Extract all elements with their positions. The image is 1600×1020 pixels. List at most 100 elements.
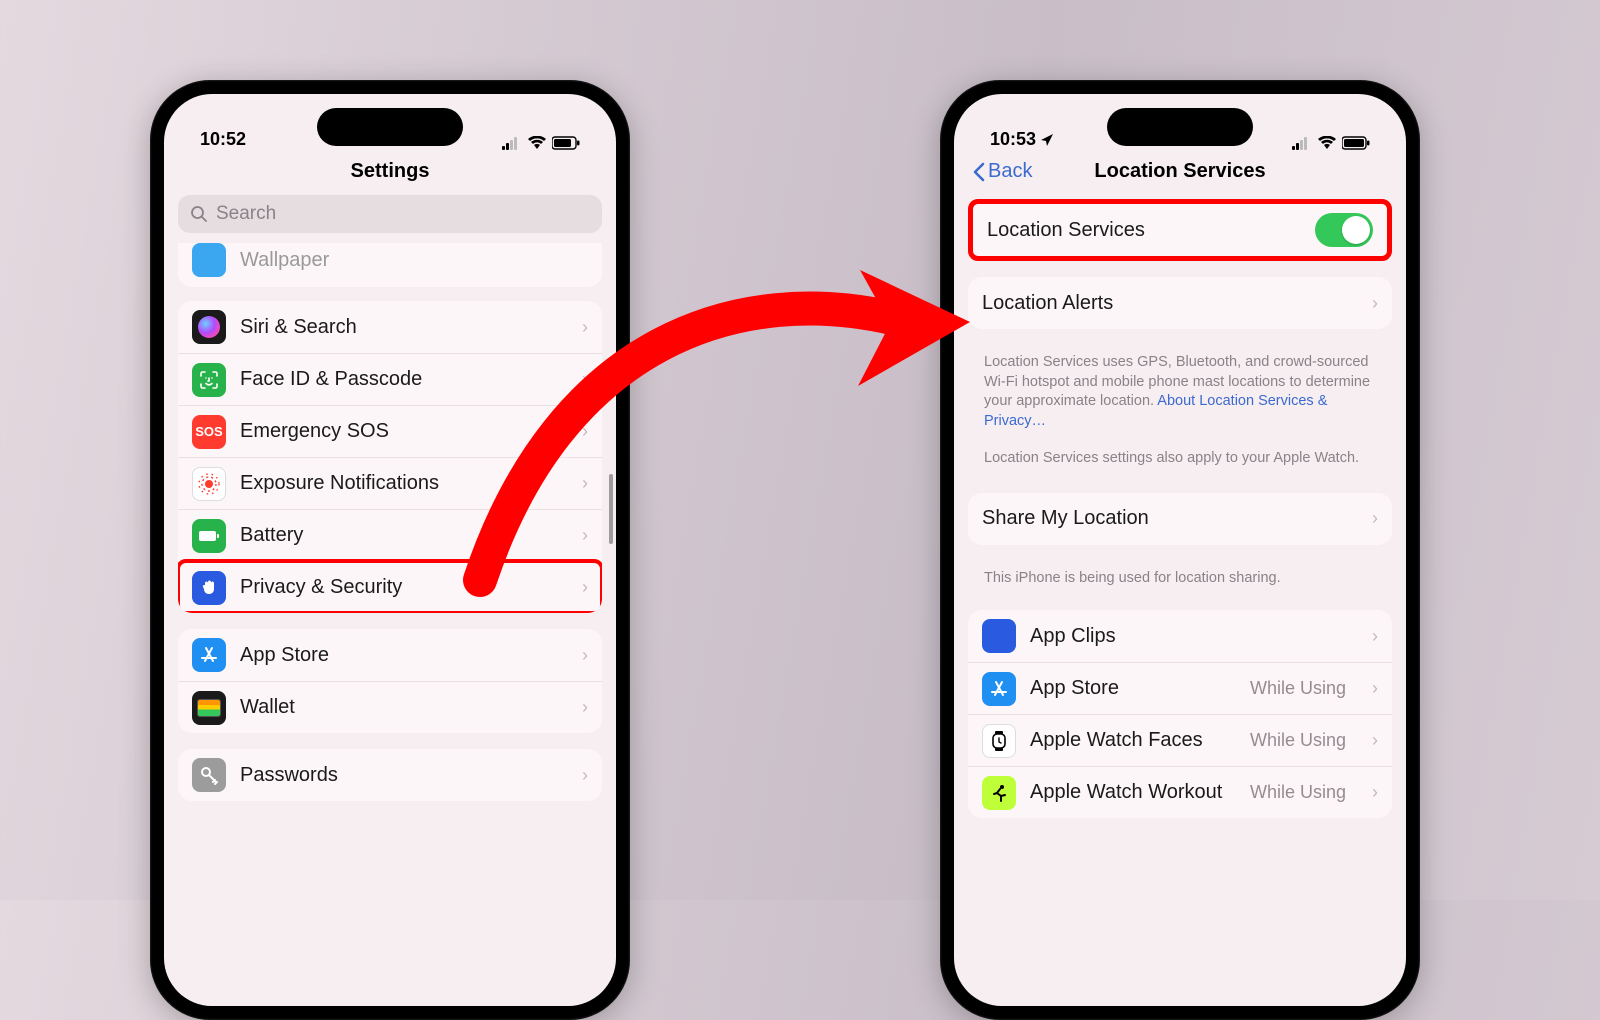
settings-row-wallet[interactable]: Wallet› — [178, 681, 602, 733]
chevron-right-icon: › — [1360, 293, 1378, 314]
key-icon — [192, 758, 226, 792]
settings-group-3: Passwords› — [178, 749, 602, 801]
dynamic-island — [1107, 108, 1253, 146]
row-label: Apple Watch Workout — [1030, 781, 1236, 804]
title-text: Location Services — [1094, 160, 1265, 182]
location-alerts-row[interactable]: Location Alerts › — [968, 277, 1392, 329]
scroll-indicator[interactable] — [609, 474, 613, 544]
search-placeholder: Search — [216, 203, 276, 225]
battery-icon — [552, 136, 580, 150]
share-location-footer: This iPhone is being used for location s… — [968, 561, 1392, 593]
share-my-location-row[interactable]: Share My Location › — [968, 493, 1392, 545]
row-value: While Using — [1250, 782, 1346, 803]
settings-group-2: App Store›Wallet› — [178, 629, 602, 733]
settings-row-exposure-notifications[interactable]: Exposure Notifications › — [178, 457, 602, 509]
chevron-right-icon: › — [570, 645, 588, 666]
status-icons — [502, 136, 580, 150]
settings-row-passwords[interactable]: Passwords› — [178, 749, 602, 801]
wallpaper-icon — [192, 243, 226, 277]
location-alerts-group: Location Alerts › — [968, 277, 1392, 329]
watch-icon — [982, 724, 1016, 758]
phone-left: 10:52 Settings Search Wallpaper Siri & S… — [150, 80, 630, 1020]
settings-row-apple-watch-workout[interactable]: Apple Watch Workout While Using › — [968, 766, 1392, 818]
chevron-right-icon: › — [570, 697, 588, 718]
chevron-right-icon: › — [1360, 678, 1378, 699]
chevron-right-icon: › — [570, 765, 588, 786]
chevron-right-icon: › — [570, 369, 588, 390]
chevron-right-icon: › — [570, 473, 588, 494]
settings-row-app-store[interactable]: App StoreWhile Using› — [968, 662, 1392, 714]
faceid-icon — [192, 363, 226, 397]
status-time: 10:52 — [200, 129, 246, 150]
status-time: 10:53 — [990, 129, 1054, 150]
page-title: Back Location Services — [954, 156, 1406, 191]
chevron-right-icon: › — [570, 421, 588, 442]
phone-left-screen: 10:52 Settings Search Wallpaper Siri & S… — [164, 94, 616, 1006]
row-label: Wallpaper — [240, 249, 329, 272]
row-label: App Clips — [1030, 625, 1346, 648]
settings-row-emergency-sos[interactable]: SOSEmergency SOS› — [178, 405, 602, 457]
chevron-right-icon: › — [570, 577, 588, 598]
row-label: Location Services — [987, 219, 1301, 242]
clock-text: 10:52 — [200, 129, 246, 150]
row-label: Share My Location — [982, 507, 1346, 530]
sos-icon: SOS — [192, 415, 226, 449]
settings-scroll[interactable]: Search Wallpaper Siri & Search›Face ID &… — [164, 195, 616, 847]
page-title: Settings — [164, 156, 616, 191]
row-value: While Using — [1250, 730, 1346, 751]
location-scroll[interactable]: Location Services Location Alerts › Loca… — [954, 199, 1406, 864]
settings-row-app-store[interactable]: App Store› — [178, 629, 602, 681]
location-services-toggle[interactable] — [1315, 213, 1373, 247]
dual-sim-icon — [502, 136, 522, 150]
settings-row-siri-search[interactable]: Siri & Search › — [178, 301, 602, 353]
settings-row-battery[interactable]: Battery › — [178, 509, 602, 561]
chevron-right-icon: › — [570, 317, 588, 338]
battery-icon — [1342, 136, 1370, 150]
chevron-right-icon: › — [1360, 730, 1378, 751]
hand-icon — [192, 571, 226, 605]
row-label: Exposure Notifications — [240, 472, 556, 495]
row-label: Face ID & Passcode — [240, 368, 556, 391]
chevron-right-icon: › — [1360, 782, 1378, 803]
settings-row-app-clips[interactable]: App Clips › — [968, 610, 1392, 662]
row-label: Battery — [240, 524, 556, 547]
location-description-1: Location Services uses GPS, Bluetooth, a… — [968, 345, 1392, 435]
appstore-icon — [192, 638, 226, 672]
wallet-icon — [192, 691, 226, 725]
row-label: Siri & Search — [240, 316, 556, 339]
location-description-2: Location Services settings also apply to… — [968, 435, 1392, 473]
phone-right: 10:53 Back Location Services Location Se… — [940, 80, 1420, 1020]
clock-text: 10:53 — [990, 129, 1036, 150]
location-toggle-group: Location Services — [968, 199, 1392, 261]
row-label: Location Alerts — [982, 292, 1346, 315]
settings-row-wallpaper-partial[interactable]: Wallpaper — [178, 243, 602, 287]
settings-row-face-id-passcode[interactable]: Face ID & Passcode › — [178, 353, 602, 405]
status-icons — [1292, 136, 1370, 150]
search-icon — [190, 205, 208, 223]
wifi-icon — [1318, 136, 1336, 150]
share-location-group: Share My Location › — [968, 493, 1392, 545]
chevron-right-icon: › — [570, 525, 588, 546]
workout-icon — [982, 776, 1016, 810]
row-label: Privacy & Security — [240, 576, 556, 599]
phone-right-screen: 10:53 Back Location Services Location Se… — [954, 94, 1406, 1006]
search-field[interactable]: Search — [178, 195, 602, 233]
chevron-left-icon — [972, 162, 986, 182]
row-label: Apple Watch Faces — [1030, 729, 1236, 752]
settings-group-1: Siri & Search›Face ID & Passcode›SOSEmer… — [178, 301, 602, 613]
location-services-toggle-row[interactable]: Location Services — [973, 204, 1387, 256]
row-label: App Store — [1030, 677, 1236, 700]
dynamic-island — [317, 108, 463, 146]
back-label: Back — [988, 160, 1032, 183]
appstore-icon — [982, 672, 1016, 706]
exposure-icon — [192, 467, 226, 501]
settings-row-privacy-security[interactable]: Privacy & Security › — [178, 561, 602, 613]
settings-row-apple-watch-faces[interactable]: Apple Watch Faces While Using › — [968, 714, 1392, 766]
chevron-right-icon: › — [1360, 508, 1378, 529]
wifi-icon — [528, 136, 546, 150]
siri-icon — [192, 310, 226, 344]
back-button[interactable]: Back — [972, 160, 1032, 183]
battery-icon — [192, 519, 226, 553]
dual-sim-icon — [1292, 136, 1312, 150]
chevron-right-icon: › — [1360, 626, 1378, 647]
